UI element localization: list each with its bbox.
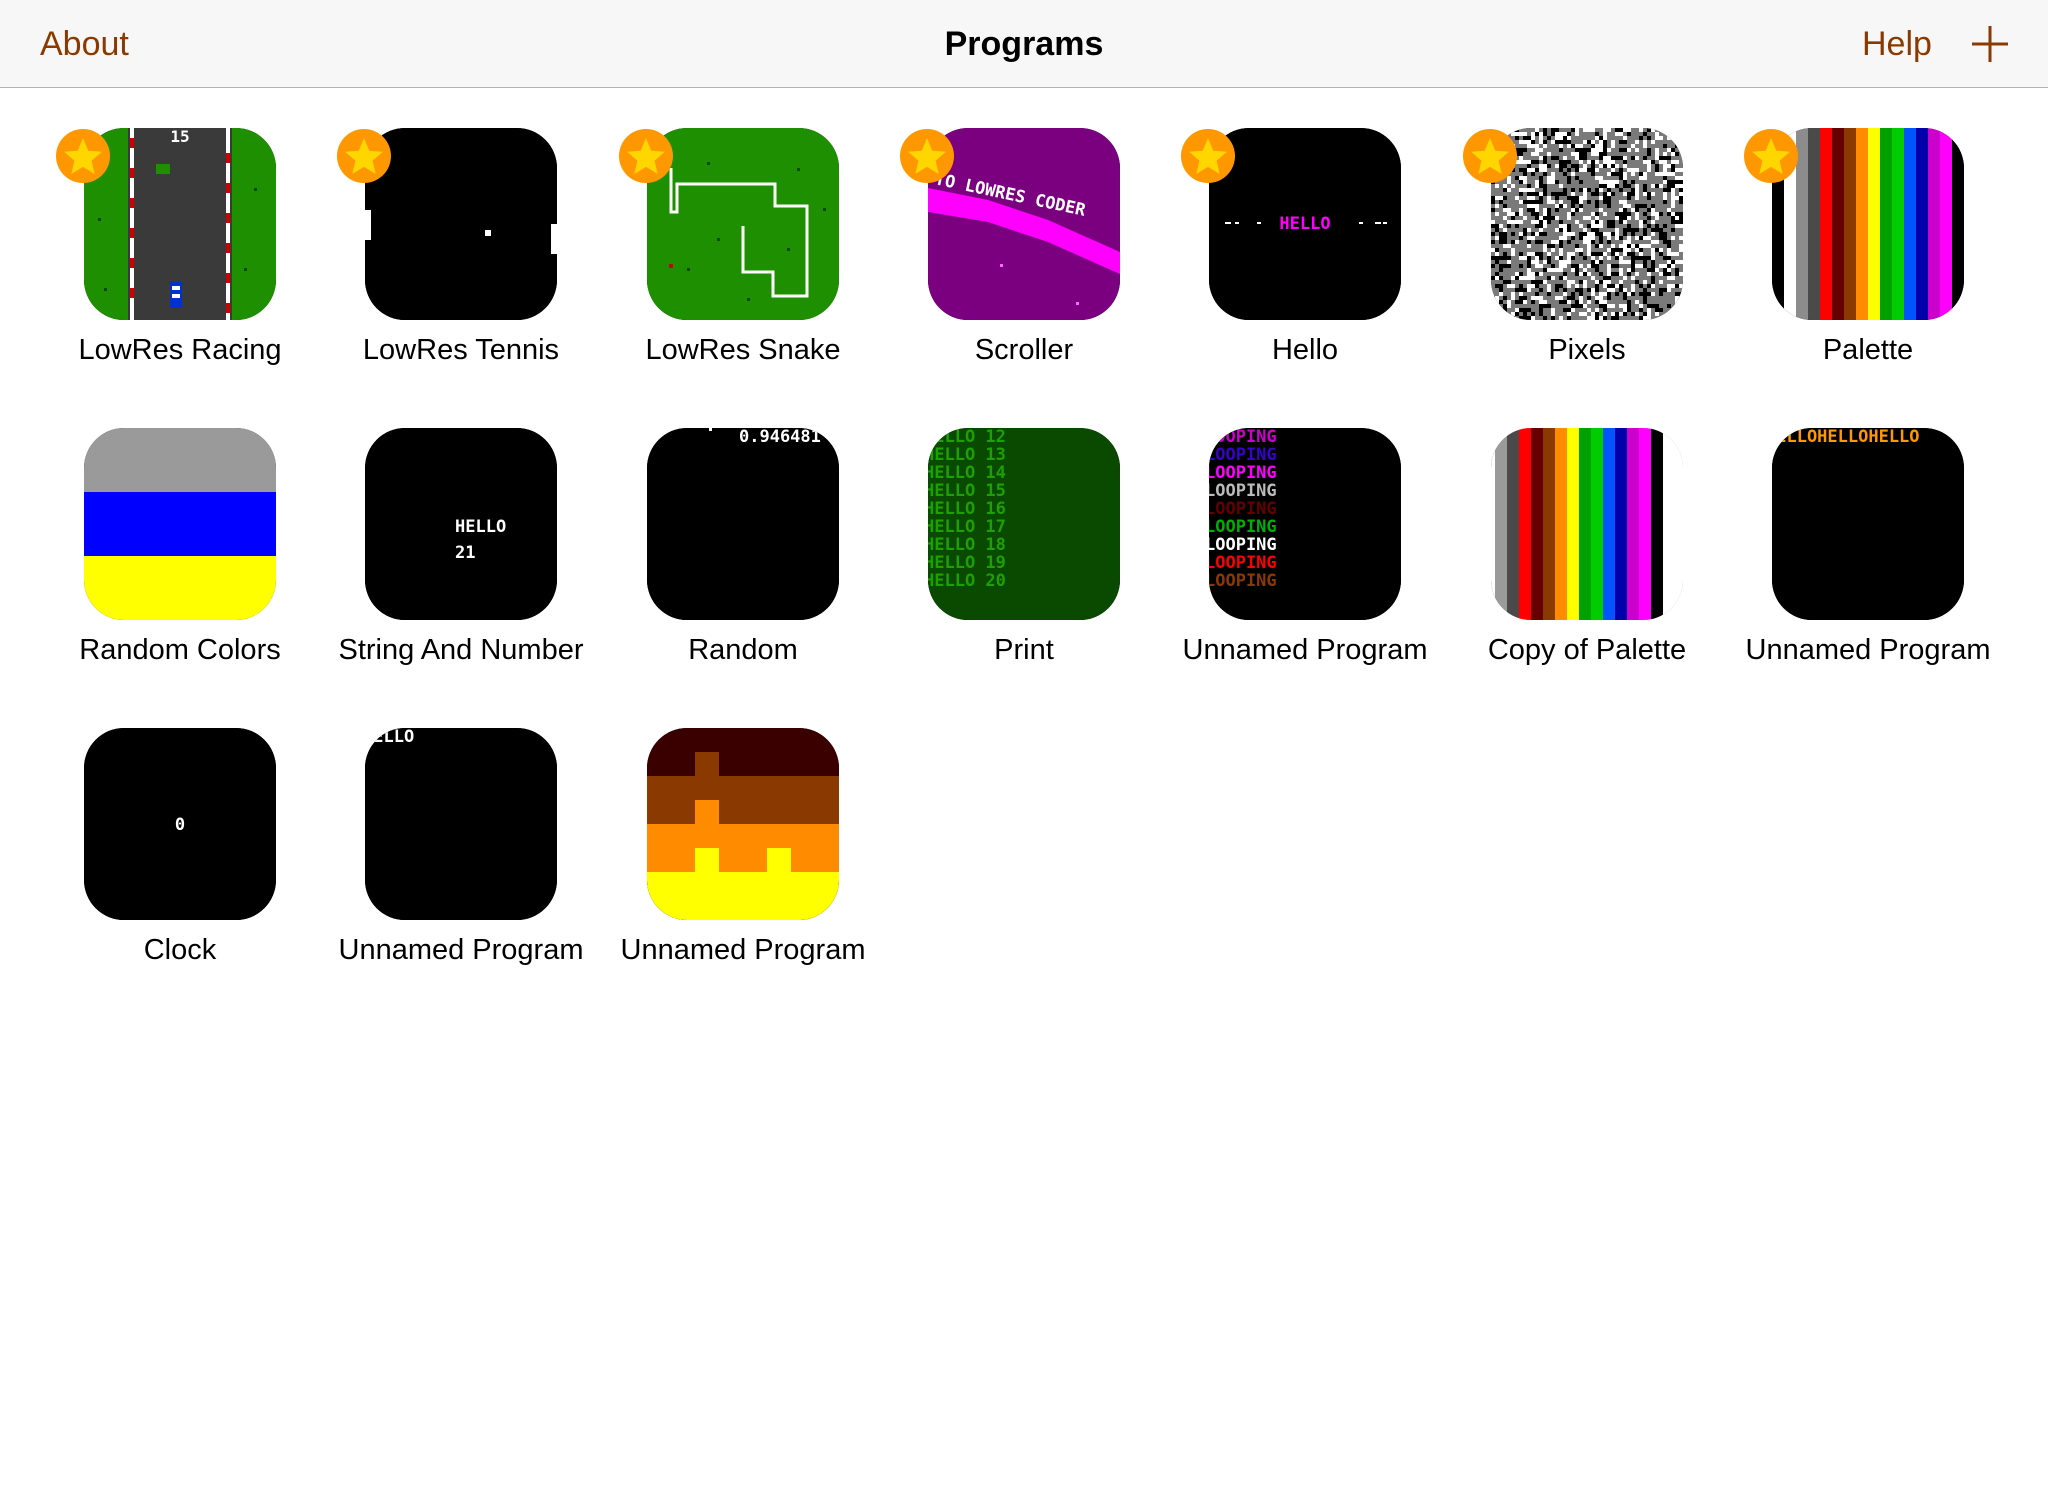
racing-thumbnail: 15	[84, 128, 276, 320]
print-line: HELLO 19	[928, 553, 1006, 573]
hello-corner-thumbnail: HELLO	[365, 728, 557, 920]
program-name: Random	[688, 634, 798, 666]
palette-copy-thumbnail	[1491, 428, 1683, 620]
looping-line: LOOPING	[1209, 481, 1277, 501]
print-line: HELLO 16	[928, 499, 1006, 519]
program-name: Unnamed Program	[1182, 634, 1428, 666]
program-name: Hello	[1271, 334, 1339, 366]
string-text: HELLO	[455, 517, 506, 537]
program-name: Clock	[143, 934, 217, 966]
tennis-thumbnail	[365, 128, 557, 320]
program-name: Palette	[1822, 334, 1914, 366]
program-name: Unnamed Program	[338, 934, 584, 966]
hello-strip-text: HELLOHELLOHELLO	[1772, 428, 1920, 447]
hello-strip-thumbnail: HELLOHELLOHELLO	[1772, 428, 1964, 620]
program-name: Unnamed Program	[620, 934, 866, 966]
favorite-star-icon	[899, 128, 955, 184]
program-tile[interactable]: 0.946481 Random	[599, 428, 879, 688]
program-tile[interactable]: HELLO 12 HELLO 13 HELLO 14 HELLO 15 HELL…	[880, 428, 1160, 688]
program-tile[interactable]: 0 Clock	[36, 728, 316, 988]
program-tile[interactable]: Palette	[1724, 128, 2004, 388]
program-name: Pixels	[1548, 334, 1626, 366]
hello-thumbnail: HELLO	[1209, 128, 1401, 320]
program-tile[interactable]: TO LOWRES CODER Scroller	[880, 128, 1160, 388]
looping-thumbnail: LOOPING LOOPING LOOPING LOOPING LOOPING …	[1209, 428, 1401, 620]
snake-thumbnail	[647, 128, 839, 320]
clock-text: 0	[175, 815, 185, 835]
looping-line: LOOPING	[1209, 499, 1277, 519]
favorite-star-icon	[1743, 128, 1799, 184]
program-name: Random Colors	[79, 634, 281, 666]
favorite-star-icon	[1462, 128, 1518, 184]
clock-thumbnail: 0	[84, 728, 276, 920]
program-tile[interactable]: Copy of Palette	[1443, 428, 1723, 688]
program-name: Scroller	[974, 334, 1074, 366]
program-name: Unnamed Program	[1745, 634, 1991, 666]
random-thumbnail: 0.946481	[647, 428, 839, 620]
program-tile[interactable]: HELLOHELLOHELLO Unnamed Program	[1724, 428, 2004, 688]
print-line: HELLO 17	[928, 517, 1006, 537]
looping-line: LOOPING	[1209, 553, 1277, 573]
program-grid: 15 LowRes Racing LowRes Tennis LowRes Sn…	[0, 0, 2048, 1496]
program-tile[interactable]: LowRes Tennis	[317, 128, 597, 388]
number-text: 21	[455, 543, 475, 563]
program-name: String And Number	[338, 634, 584, 666]
program-tile[interactable]: Random Colors	[36, 428, 316, 688]
program-name: LowRes Tennis	[362, 334, 560, 366]
pixels-thumbnail	[1491, 128, 1683, 320]
program-tile[interactable]: Unnamed Program	[599, 728, 879, 988]
looping-line: LOOPING	[1209, 571, 1277, 591]
program-tile[interactable]: HELLO 21 String And Number	[317, 428, 597, 688]
racing-score: 15	[170, 128, 189, 146]
string-number-thumbnail: HELLO 21	[365, 428, 557, 620]
program-name: LowRes Racing	[78, 334, 282, 366]
print-line: HELLO 13	[928, 445, 1006, 465]
program-tile[interactable]: HELLO Hello	[1161, 128, 1441, 388]
random-value-text: 0.946481	[739, 428, 821, 447]
program-name: Copy of Palette	[1487, 634, 1687, 666]
print-line: HELLO 20	[928, 571, 1006, 591]
looping-line: LOOPING	[1209, 535, 1277, 555]
hello-text: HELLO	[1279, 214, 1330, 234]
hello-corner-text: HELLO	[365, 728, 414, 747]
print-line: HELLO 14	[928, 463, 1006, 483]
random-colors-thumbnail	[84, 428, 276, 620]
print-thumbnail: HELLO 12 HELLO 13 HELLO 14 HELLO 15 HELL…	[928, 428, 1120, 620]
print-line: HELLO 15	[928, 481, 1006, 501]
favorite-star-icon	[618, 128, 674, 184]
favorite-star-icon	[55, 128, 111, 184]
program-tile[interactable]: HELLO Unnamed Program	[317, 728, 597, 988]
print-line: HELLO 18	[928, 535, 1006, 555]
looping-line: LOOPING	[1209, 517, 1277, 537]
program-name: LowRes Snake	[645, 334, 841, 366]
palette-thumbnail	[1772, 128, 1964, 320]
favorite-star-icon	[336, 128, 392, 184]
looping-line: LOOPING	[1209, 463, 1277, 483]
program-tile[interactable]: LOOPING LOOPING LOOPING LOOPING LOOPING …	[1161, 428, 1441, 688]
program-tile[interactable]: Pixels	[1443, 128, 1723, 388]
scroller-thumbnail: TO LOWRES CODER	[928, 128, 1120, 320]
looping-line: LOOPING	[1209, 445, 1277, 465]
program-tile[interactable]: LowRes Snake	[599, 128, 879, 388]
favorite-star-icon	[1180, 128, 1236, 184]
program-tile[interactable]: 15 LowRes Racing	[36, 128, 316, 388]
program-name: Print	[994, 634, 1054, 666]
castle-thumbnail	[647, 728, 839, 920]
